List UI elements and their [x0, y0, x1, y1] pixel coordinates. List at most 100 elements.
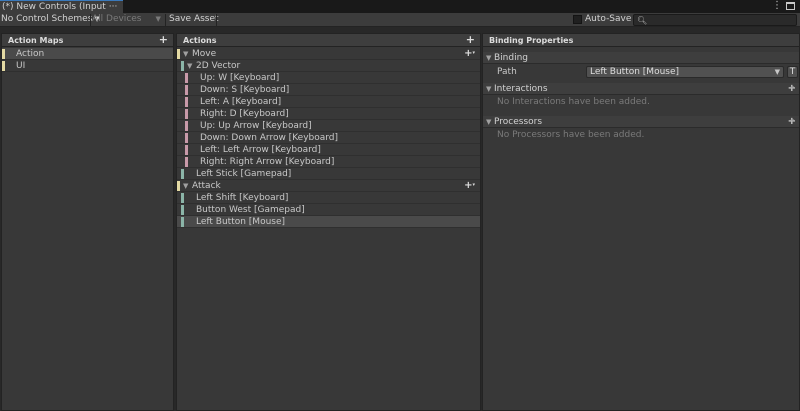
binding-label: Button West [Gamepad] [196, 205, 305, 215]
action-map-item[interactable]: UI [2, 60, 173, 72]
expand-arrow-icon: ▼ [486, 118, 492, 126]
binding-label: Right: D [Keyboard] [200, 109, 289, 119]
action-maps-header: Action Maps + [2, 34, 173, 47]
devices-label: All Devices [92, 14, 142, 24]
action-maps-panel: Action Maps + Action UI [1, 33, 174, 411]
action-color-bar [177, 49, 180, 59]
auto-save-checkbox[interactable] [573, 15, 582, 24]
binding-color-bar [181, 217, 184, 227]
action-label: Move [192, 49, 217, 59]
action-map-color-bar [2, 61, 5, 71]
expand-arrow-icon[interactable]: ▼ [183, 48, 188, 60]
action-color-bar [177, 181, 180, 191]
binding-label: Up: Up Arrow [Keyboard] [200, 121, 312, 131]
action-maps-title: Action Maps [8, 36, 64, 45]
action-map-label: Action [16, 49, 45, 59]
path-value: Left Button [Mouse] [590, 67, 680, 77]
interactions-empty-text: No Interactions have been added. [497, 97, 650, 107]
binding-row[interactable]: Up: Up Arrow [Keyboard] [177, 120, 480, 132]
interactions-section-title: Interactions [494, 84, 548, 94]
binding-row[interactable]: Up: W [Keyboard] [177, 72, 480, 84]
binding-properties-header: Binding Properties [483, 34, 799, 47]
binding-label: Left: A [Keyboard] [200, 97, 282, 107]
binding-label: Right: Right Arrow [Keyboard] [200, 157, 335, 167]
binding-color-bar [185, 109, 188, 119]
action-row-attack[interactable]: ▼ Attack +▾ [177, 180, 480, 192]
binding-color-bar [185, 97, 188, 107]
binding-row[interactable]: Right: D [Keyboard] [177, 108, 480, 120]
add-binding-icon[interactable]: +▾ [464, 48, 475, 59]
binding-row[interactable]: Left: Left Arrow [Keyboard] [177, 144, 480, 156]
path-dropdown[interactable]: Left Button [Mouse] ▼ [586, 66, 784, 78]
binding-properties-title: Binding Properties [489, 36, 574, 45]
binding-section-header[interactable]: ▼ Binding [483, 52, 799, 64]
auto-save-label: Auto-Save [585, 14, 632, 24]
add-processor-icon[interactable]: + ▾ [788, 116, 796, 127]
expand-arrow-icon[interactable]: ▼ [183, 180, 188, 192]
binding-row[interactable]: Left Shift [Keyboard] [177, 192, 480, 204]
binding-row[interactable]: Down: Down Arrow [Keyboard] [177, 132, 480, 144]
binding-color-bar [181, 169, 184, 179]
action-label: Attack [192, 181, 221, 191]
binding-color-bar [185, 133, 188, 143]
binding-section-title: Binding [494, 53, 529, 63]
binding-label: Left Stick [Gamepad] [196, 169, 292, 179]
processors-empty-text: No Processors have been added. [497, 130, 645, 140]
actions-title: Actions [183, 36, 217, 45]
processors-section-header[interactable]: ▼ Processors + ▾ [483, 116, 799, 128]
window-title-bar: (*) New Controls (Input ··· ⋮ [0, 0, 800, 13]
binding-label: 2D Vector [196, 61, 241, 71]
chevron-down-icon: ▼ [155, 15, 161, 23]
add-action-map-icon[interactable]: + [159, 34, 168, 46]
expand-arrow-icon[interactable]: ▼ [187, 60, 192, 72]
binding-row[interactable]: Right: Right Arrow [Keyboard] [177, 156, 480, 168]
tab-title: (*) New Controls (Input [2, 2, 106, 12]
binding-color-bar [185, 73, 188, 83]
binding-color-bar [185, 157, 188, 167]
binding-color-bar [185, 85, 188, 95]
composite-row[interactable]: ▼ 2D Vector [177, 60, 480, 72]
binding-properties-panel: Binding Properties ▼ Binding Path Left B… [482, 33, 800, 411]
toolbar-divider [216, 14, 217, 26]
path-label: Path [497, 67, 517, 77]
binding-label: Left Button [Mouse] [196, 217, 286, 227]
action-map-item[interactable]: Action [2, 48, 173, 60]
toolbar: No Control Schemes ▼ All Devices ▼ Save As… [0, 13, 800, 27]
interactions-section-header[interactable]: ▼ Interactions + ▾ [483, 83, 799, 95]
maximize-icon[interactable] [786, 2, 795, 10]
action-map-label: UI [16, 61, 26, 71]
search-icon: 🔍︎ [637, 16, 648, 25]
action-map-color-bar [2, 49, 5, 59]
tab-more-icon[interactable]: ··· [109, 2, 118, 12]
add-binding-icon[interactable]: +▾ [464, 180, 475, 191]
binding-label: Left: Left Arrow [Keyboard] [200, 145, 321, 155]
search-input[interactable]: 🔍︎ [633, 14, 797, 26]
binding-label: Up: W [Keyboard] [200, 73, 280, 83]
control-schemes-label: No Control Schemes [1, 14, 93, 24]
devices-dropdown[interactable]: All Devices ▼ [92, 13, 161, 27]
chevron-down-icon: ▼ [774, 68, 780, 76]
binding-label: Left Shift [Keyboard] [196, 193, 289, 203]
editor-tab[interactable]: (*) New Controls (Input ··· [0, 0, 123, 13]
binding-row[interactable]: Down: S [Keyboard] [177, 84, 480, 96]
toolbar-divider [90, 14, 91, 26]
add-action-icon[interactable]: + [466, 34, 475, 46]
actions-header: Actions + [177, 34, 480, 47]
binding-color-bar [181, 193, 184, 203]
binding-label: Down: Down Arrow [Keyboard] [200, 133, 339, 143]
binding-row[interactable]: Left: A [Keyboard] [177, 96, 480, 108]
binding-row[interactable]: Left Stick [Gamepad] [177, 168, 480, 180]
add-interaction-icon[interactable]: + ▾ [788, 83, 796, 94]
control-schemes-dropdown[interactable]: No Control Schemes ▼ [1, 13, 100, 27]
binding-label: Down: S [Keyboard] [200, 85, 290, 95]
action-row-move[interactable]: ▼ Move +▾ [177, 48, 480, 60]
text-mode-button[interactable]: T [787, 66, 798, 78]
kebab-menu-icon[interactable]: ⋮ [772, 0, 782, 13]
binding-color-bar [181, 205, 184, 215]
expand-arrow-icon: ▼ [486, 85, 492, 93]
binding-row-selected[interactable]: Left Button [Mouse] [177, 216, 480, 228]
binding-color-bar [185, 121, 188, 131]
save-asset-button[interactable]: Save Asset [169, 13, 219, 27]
toolbar-divider [165, 14, 166, 26]
binding-row[interactable]: Button West [Gamepad] [177, 204, 480, 216]
